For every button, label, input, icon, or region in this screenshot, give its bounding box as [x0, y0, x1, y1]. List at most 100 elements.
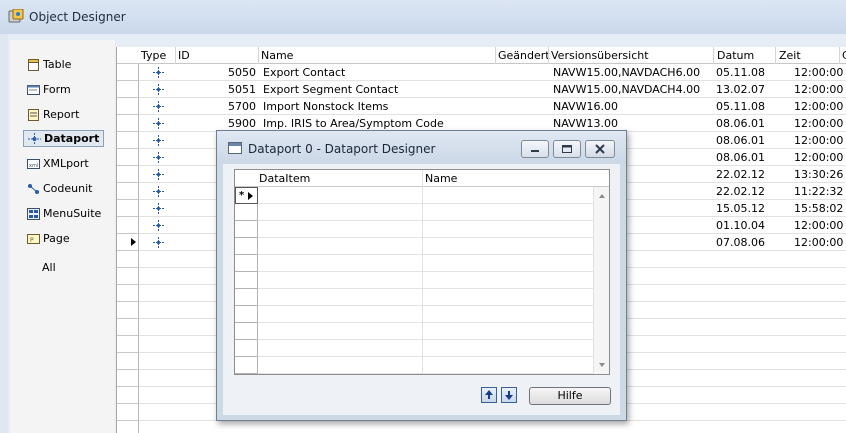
dataitem-row[interactable] — [235, 238, 593, 255]
vertical-scrollbar[interactable] — [593, 187, 609, 374]
row-selector[interactable] — [117, 234, 139, 251]
dataitem-row[interactable] — [235, 255, 593, 272]
row-selector[interactable] — [117, 81, 139, 98]
sidebar-item-codeunit[interactable]: Codeunit — [27, 180, 92, 197]
table-row[interactable]: 5051 Export Segment Contact NAVW15.00,NAVD… — [117, 81, 846, 98]
cell-version: NAVW13.00 — [553, 117, 618, 130]
column-header-modified[interactable]: Geändert — [498, 49, 550, 62]
column-header-c[interactable]: C — [842, 49, 846, 62]
table-row[interactable]: 5050 Export Contact NAVW15.00,NAVDACH6.00 0… — [117, 64, 846, 81]
cell-date: 01.10.04 — [716, 219, 765, 232]
column-header-id[interactable]: ID — [178, 49, 190, 62]
row-selector[interactable] — [117, 387, 139, 404]
sidebar-item-table[interactable]: Table — [27, 56, 71, 73]
row-selector[interactable] — [117, 149, 139, 166]
scroll-down-icon[interactable] — [599, 363, 605, 367]
row-selector[interactable]: * — [235, 187, 258, 204]
sidebar-item-label: Page — [43, 232, 70, 245]
dialog-titlebar[interactable]: Dataport 0 - Dataport Designer — [217, 131, 626, 164]
sidebar-item-dataport[interactable]: Dataport — [23, 130, 105, 147]
cell-time: 11:22:32 — [794, 185, 844, 198]
row-selector[interactable] — [117, 336, 139, 353]
sidebar-item-label: Form — [43, 83, 71, 96]
sidebar-item-label: Codeunit — [43, 182, 93, 195]
cell-date: 07.08.06 — [716, 236, 765, 249]
dataitem-row[interactable] — [235, 272, 593, 289]
dataitem-row[interactable]: * — [235, 187, 593, 204]
row-selector[interactable] — [117, 353, 139, 370]
close-button[interactable] — [585, 140, 615, 158]
row-selector[interactable] — [117, 285, 139, 302]
dataitem-row[interactable] — [235, 340, 593, 357]
row-selector[interactable] — [235, 221, 258, 238]
column-divider — [175, 47, 176, 64]
maximize-button[interactable] — [553, 140, 581, 158]
cell-time: 12:00:00 — [794, 134, 844, 147]
row-selector[interactable] — [117, 251, 139, 268]
report-icon — [27, 108, 40, 121]
grid-header: Type ID Name Geändert Versionsübersicht … — [117, 47, 846, 64]
column-header-name[interactable]: Name — [425, 172, 457, 185]
scroll-up-icon[interactable] — [599, 194, 605, 198]
table-row[interactable]: 5700 Import Nonstock Items NAVW16.00 05.11.… — [117, 98, 846, 115]
column-header-time[interactable]: Zeit — [779, 49, 801, 62]
row-selector[interactable] — [117, 183, 139, 200]
row-selector[interactable] — [235, 340, 258, 357]
row-selector[interactable] — [117, 98, 139, 115]
cell-time: 13:30:26 — [794, 168, 844, 181]
row-selector[interactable] — [117, 370, 139, 387]
sidebar-item-menusuite[interactable]: MenuSuite — [27, 205, 101, 222]
row-selector[interactable] — [235, 306, 258, 323]
row-selector[interactable] — [235, 238, 258, 255]
sidebar-item-page[interactable]: P Page — [27, 230, 70, 247]
sidebar-item-label: MenuSuite — [43, 207, 102, 220]
column-header-name[interactable]: Name — [261, 49, 293, 62]
column-header-type[interactable]: Type — [141, 49, 166, 62]
row-selector[interactable] — [117, 217, 139, 234]
row-selector[interactable] — [117, 132, 139, 149]
help-button[interactable]: Hilfe — [529, 387, 611, 405]
sidebar-item-label: Report — [43, 108, 80, 121]
sidebar-item-form[interactable]: Form — [27, 81, 71, 98]
dataitem-row[interactable] — [235, 323, 593, 340]
dataitem-row[interactable] — [235, 204, 593, 221]
column-header-date[interactable]: Datum — [717, 49, 754, 62]
cell-date: 08.06.01 — [716, 117, 765, 130]
sidebar-item-all[interactable]: All — [42, 259, 56, 276]
column-header-dataitem[interactable]: DataItem — [259, 172, 310, 185]
row-selector[interactable] — [117, 64, 139, 81]
row-selector[interactable] — [117, 302, 139, 319]
cell-date: 15.05.12 — [716, 202, 765, 215]
row-selector[interactable] — [235, 357, 258, 374]
row-selector[interactable] — [117, 166, 139, 183]
row-selector[interactable] — [117, 200, 139, 217]
dataitem-row[interactable] — [235, 221, 593, 238]
row-selector[interactable] — [235, 204, 258, 221]
row-selector[interactable] — [235, 323, 258, 340]
sidebar-item-xmlport[interactable]: xml XMLport — [27, 155, 89, 172]
table-row[interactable] — [117, 421, 846, 433]
minimize-button[interactable] — [521, 140, 549, 158]
move-down-button[interactable] — [501, 387, 517, 403]
column-header-version[interactable]: Versionsübersicht — [551, 49, 649, 62]
row-selector[interactable] — [117, 319, 139, 336]
dataport-icon — [153, 135, 164, 146]
row-selector[interactable] — [235, 272, 258, 289]
dialog-title: Dataport 0 - Dataport Designer — [248, 142, 436, 156]
move-up-button[interactable] — [481, 387, 497, 403]
cell-id: 5900 — [228, 117, 256, 130]
row-selector[interactable] — [235, 289, 258, 306]
cell-time: 12:00:00 — [794, 66, 844, 79]
table-icon — [27, 58, 40, 71]
row-selector[interactable] — [117, 404, 139, 421]
menusuite-icon — [27, 207, 40, 220]
row-selector[interactable] — [235, 255, 258, 272]
dataitem-row[interactable] — [235, 357, 593, 374]
row-selector[interactable] — [117, 421, 139, 433]
row-selector[interactable] — [117, 115, 139, 132]
dataitem-row[interactable] — [235, 306, 593, 323]
row-selector[interactable] — [117, 268, 139, 285]
cell-name: Imp. IRIS to Area/Symptom Code — [263, 117, 444, 130]
dataitem-row[interactable] — [235, 289, 593, 306]
sidebar-item-report[interactable]: Report — [27, 106, 79, 123]
